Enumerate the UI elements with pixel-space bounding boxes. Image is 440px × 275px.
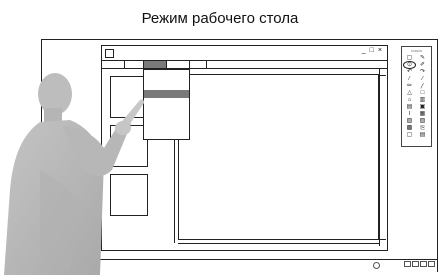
palette-header[interactable]: ▭▭▭ [403,48,430,53]
palette-tool-icon[interactable]: ∕ [417,76,428,82]
window-titlebar[interactable]: _ □ × [102,46,387,61]
vertical-scrollbar[interactable] [379,69,386,246]
palette-tool-icon[interactable]: ▩ [404,125,415,131]
tray-buttons [404,261,435,267]
tray-button[interactable] [420,261,427,267]
menu-bar [102,61,387,69]
palette-tool-icon[interactable]: ▤ [417,132,428,138]
menu-item[interactable] [167,61,190,68]
palette-tool-icon[interactable]: ✐ [417,62,428,68]
palette-tool-icon[interactable]: ▧ [404,118,415,124]
scroll-up-icon[interactable] [380,69,386,76]
tray-power-indicator [373,262,380,269]
palette-tool-icon[interactable]: ↶ [404,69,415,75]
scroll-down-icon[interactable] [380,239,386,246]
palette-tool-icon[interactable]: ⌂ [404,97,415,103]
palette-tool-icon[interactable]: □ [417,90,428,96]
palette-tool-icon[interactable]: ╱ [417,83,428,89]
dropdown-menu [143,69,190,140]
palette-tool-icon[interactable]: T [404,111,415,117]
palette-tool-icon[interactable]: ↷ [417,69,428,75]
menu-item[interactable] [102,61,125,68]
palette-tool-icon[interactable]: ⎘ [417,125,428,131]
window-menu-icon[interactable] [105,49,114,58]
tray-button[interactable] [428,261,435,267]
maximize-button[interactable]: □ [370,47,375,54]
dropdown-item-highlighted[interactable] [144,90,189,98]
window-controls: _ □ × [362,47,383,54]
palette-tool-icon[interactable]: ✎ [417,55,428,61]
palette-tool-icon[interactable]: ⁄ [404,76,415,82]
palette-tool-icon[interactable]: ▥ [417,97,428,103]
palette-tool-icon[interactable]: ▢ [404,132,415,138]
menu-item-active[interactable] [144,61,167,68]
document-canvas[interactable] [178,74,379,240]
palette-tool-icon[interactable]: ▢ [404,55,415,61]
menu-item[interactable] [190,61,207,68]
palette-tools: ▢ ✎ ⊙ ✐ ↶ ↷ ⁄ ∕ ✏ ╱ △ □ ⌂ ▥ ▤ ▣ T ▦ ▧ ▨ ▩ ⎘ ▢ ▤ [403,55,430,138]
palette-tool-icon[interactable]: ⊙ [403,61,416,69]
palette-tool-icon[interactable]: ▤ [404,104,415,110]
minimize-button[interactable]: _ [362,47,367,54]
palette-tool-icon[interactable]: △ [404,90,415,96]
horizontal-scrollbar[interactable] [178,243,379,248]
tool-palette: ▭▭▭ ▢ ✎ ⊙ ✐ ↶ ↷ ⁄ ∕ ✏ ╱ △ □ ⌂ ▥ ▤ ▣ T ▦ ▧ ▨ ▩ ⎘ ▢ ▤ [401,46,432,147]
tray-button[interactable] [404,261,411,267]
palette-tool-icon[interactable]: ▨ [417,118,428,124]
presenter-silhouette [4,73,144,275]
page-title: Режим рабочего стола [141,10,299,27]
tray-button[interactable] [412,261,419,267]
palette-tool-icon[interactable]: ▦ [417,111,428,117]
palette-tool-icon[interactable]: ✏ [404,83,415,89]
menu-item[interactable] [125,61,144,68]
close-button[interactable]: × [378,47,383,54]
palette-tool-icon[interactable]: ▣ [417,104,428,110]
